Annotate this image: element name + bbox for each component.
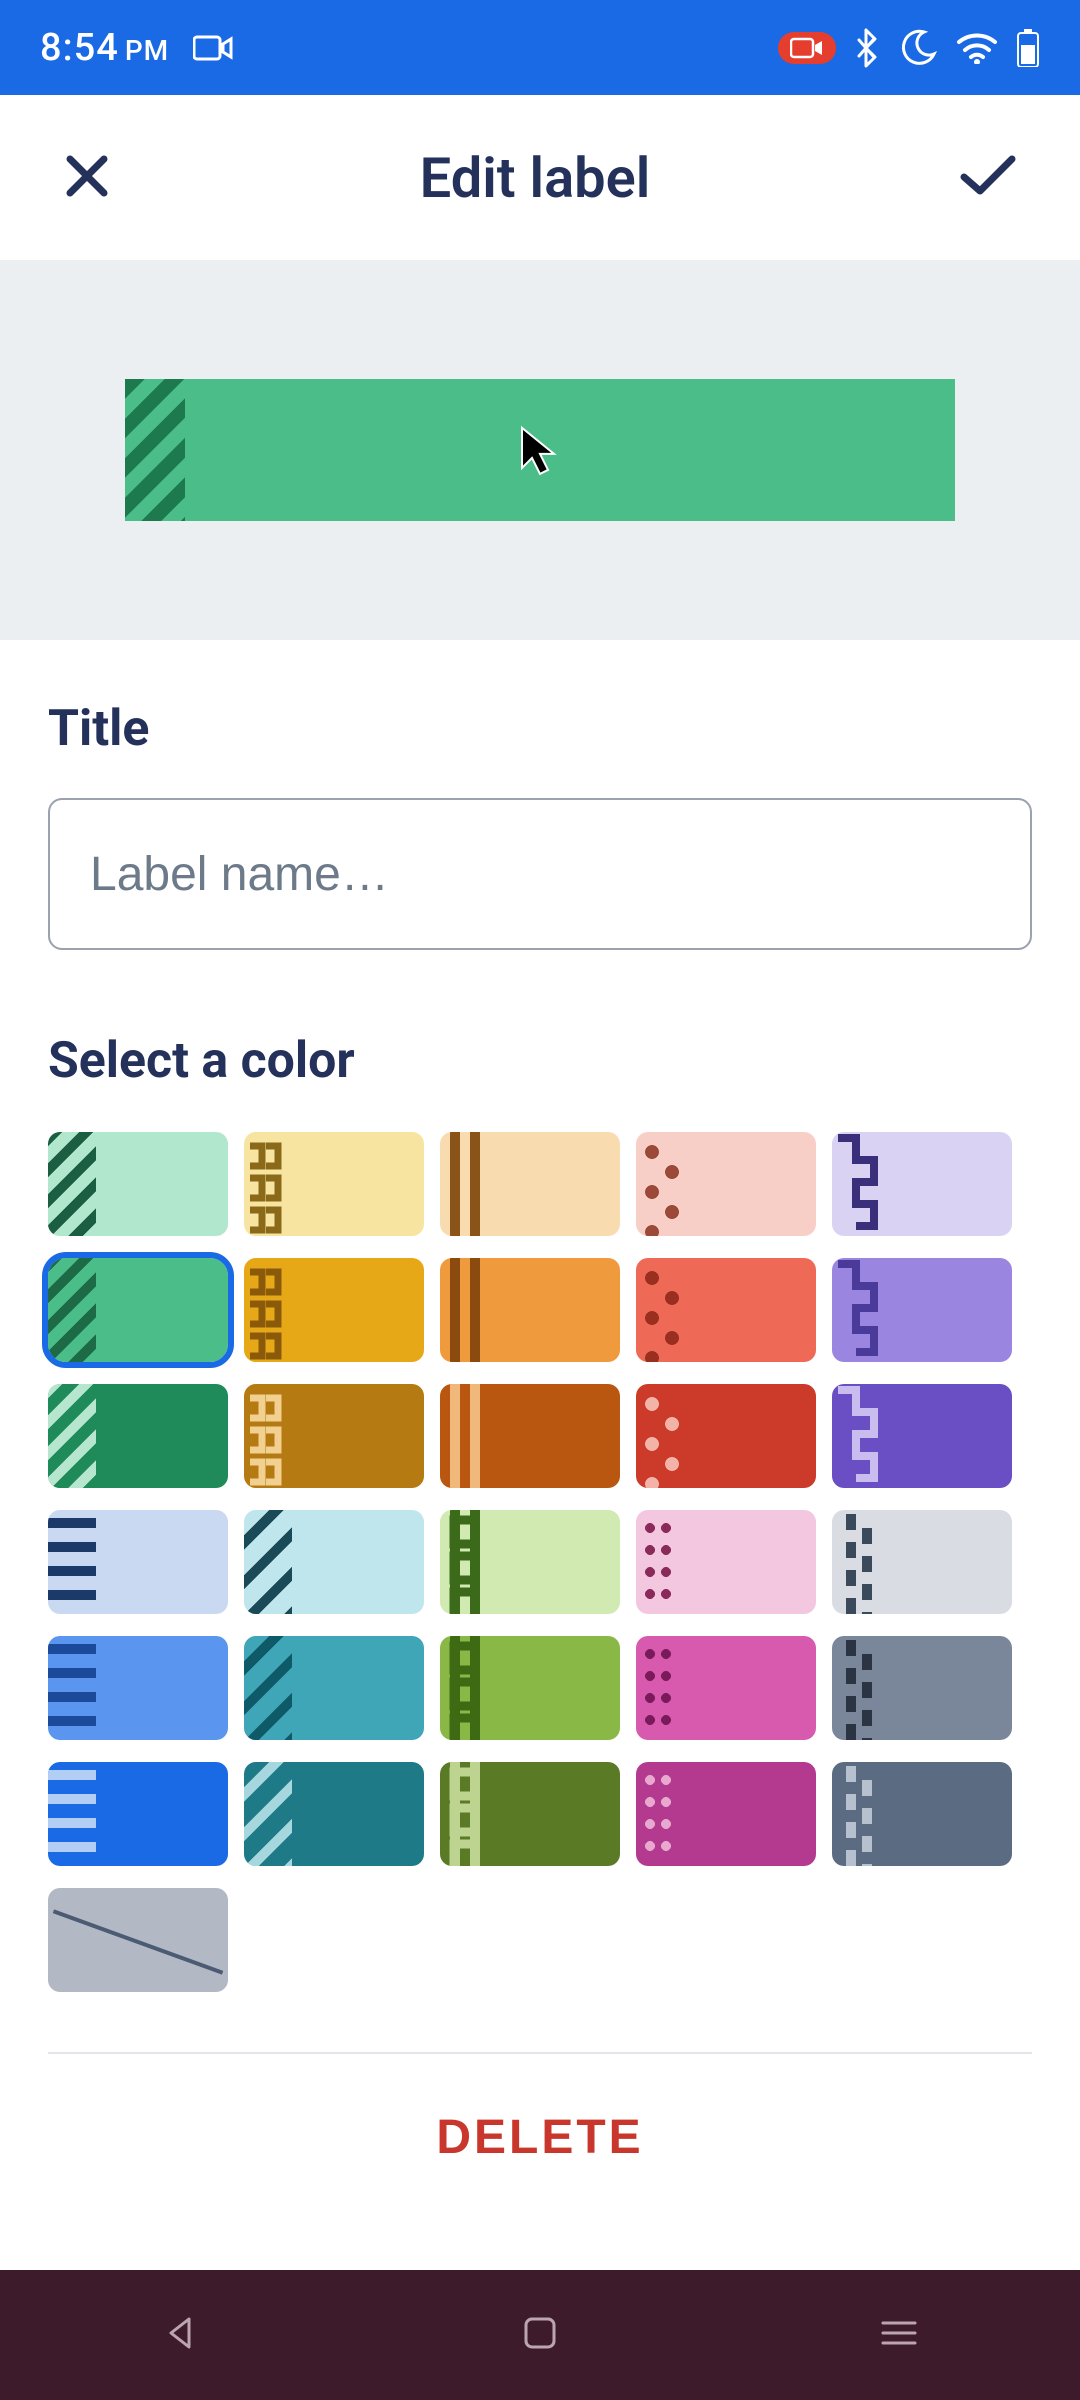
status-bar: 8:54PM: [0, 0, 1080, 95]
color-swatch[interactable]: [832, 1258, 1012, 1362]
color-swatch[interactable]: [832, 1510, 1012, 1614]
color-swatch[interactable]: [636, 1762, 816, 1866]
color-swatch[interactable]: [244, 1384, 424, 1488]
confirm-button[interactable]: [956, 151, 1020, 205]
color-swatch[interactable]: [244, 1762, 424, 1866]
select-color-label: Select a color: [48, 1032, 1032, 1090]
color-swatch[interactable]: [832, 1762, 1012, 1866]
color-swatch[interactable]: [440, 1762, 620, 1866]
dnd-moon-icon: [898, 28, 938, 68]
color-swatch[interactable]: [48, 1510, 228, 1614]
color-swatch[interactable]: [440, 1510, 620, 1614]
battery-icon: [1016, 29, 1040, 67]
status-time-value: 8:54: [40, 26, 119, 70]
color-swatch[interactable]: [244, 1132, 424, 1236]
color-swatch[interactable]: [244, 1258, 424, 1362]
color-swatch[interactable]: [636, 1258, 816, 1362]
cursor-icon: [518, 424, 562, 482]
close-icon: [60, 149, 114, 203]
color-swatch[interactable]: [48, 1132, 228, 1236]
nav-back-button[interactable]: [159, 2311, 203, 2359]
bluetooth-icon: [854, 28, 880, 68]
android-nav-bar: [0, 2270, 1080, 2400]
color-swatch[interactable]: [244, 1636, 424, 1740]
color-swatch[interactable]: [636, 1384, 816, 1488]
color-swatch[interactable]: [48, 1258, 228, 1362]
close-button[interactable]: [60, 149, 114, 207]
color-swatch-grid: [48, 1132, 1032, 1992]
check-icon: [956, 151, 1020, 201]
color-swatch-none[interactable]: [48, 1888, 228, 1992]
color-swatch[interactable]: [440, 1132, 620, 1236]
color-swatch[interactable]: [48, 1762, 228, 1866]
color-swatch[interactable]: [440, 1384, 620, 1488]
color-swatch[interactable]: [440, 1636, 620, 1740]
color-swatch[interactable]: [832, 1384, 1012, 1488]
color-swatch[interactable]: [832, 1132, 1012, 1236]
triangle-back-icon: [159, 2311, 203, 2355]
status-time: 8:54PM: [40, 26, 169, 70]
color-swatch[interactable]: [440, 1258, 620, 1362]
hamburger-recents-icon: [877, 2315, 921, 2351]
wifi-icon: [956, 32, 998, 64]
delete-button[interactable]: DELETE: [436, 2110, 643, 2165]
square-home-icon: [520, 2313, 560, 2353]
nav-recents-button[interactable]: [877, 2315, 921, 2355]
label-name-input[interactable]: [48, 798, 1032, 950]
camera-icon: [193, 34, 233, 62]
nav-home-button[interactable]: [520, 2313, 560, 2357]
color-swatch[interactable]: [244, 1510, 424, 1614]
color-swatch[interactable]: [636, 1510, 816, 1614]
color-swatch[interactable]: [636, 1636, 816, 1740]
title-label: Title: [48, 700, 1032, 758]
status-time-ampm: PM: [125, 34, 169, 67]
screen-record-icon: [778, 32, 836, 64]
color-swatch[interactable]: [48, 1384, 228, 1488]
app-header: Edit label: [0, 95, 1080, 260]
color-swatch[interactable]: [636, 1132, 816, 1236]
color-swatch[interactable]: [832, 1636, 1012, 1740]
color-swatch[interactable]: [48, 1636, 228, 1740]
page-title: Edit label: [114, 145, 956, 211]
label-preview-area: [0, 260, 1080, 640]
